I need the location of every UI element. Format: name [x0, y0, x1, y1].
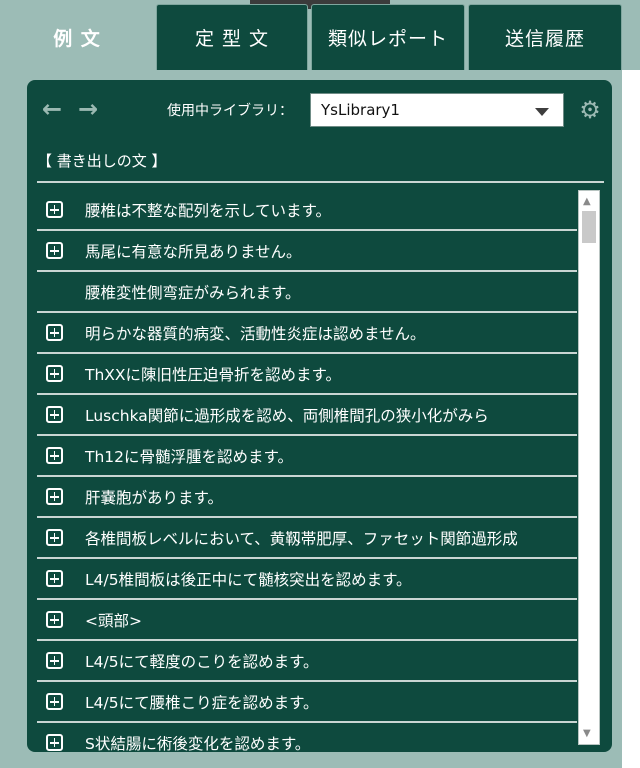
plus-box-icon[interactable]: [46, 406, 63, 423]
section-divider: [37, 181, 604, 183]
chevron-down-icon[interactable]: [535, 108, 549, 116]
list-item[interactable]: L4/5にて軽度のこりを認めます。: [37, 641, 577, 682]
plus-box-icon[interactable]: [46, 652, 63, 669]
example-sentences-panel: ← → 使用中ライブラリ： YsLibrary1 ⚙ 【 書き出しの文 】 腰椎…: [27, 80, 612, 752]
window-edge: [622, 70, 640, 768]
gear-icon[interactable]: ⚙: [578, 98, 602, 122]
plus-box-icon[interactable]: [46, 734, 63, 751]
list-item[interactable]: L4/5椎間板は後正中にて髄核突出を認めます。: [37, 559, 577, 600]
library-label: 使用中ライブラリ：: [167, 103, 293, 119]
scroll-down-icon[interactable]: ▼: [583, 728, 591, 739]
list-item[interactable]: 明らかな器質的病変、活動性炎症は認めません。: [37, 313, 577, 354]
list-item-text: 各椎間板レベルにおいて、黄靱帯肥厚、ファセット関節過形成: [85, 529, 518, 548]
list-scrollbar[interactable]: ▲ ▼: [578, 190, 600, 745]
tab-bar: 例 文 定 型 文 類似レポート 送信履歴: [0, 0, 640, 70]
plus-box-icon[interactable]: [46, 611, 63, 628]
list-item-text: 明らかな器質的病変、活動性炎症は認めません。: [85, 324, 426, 343]
list-item[interactable]: L4/5にて腰椎こり症を認めます。: [37, 682, 577, 723]
list-item-text: <頭部>: [85, 611, 142, 630]
list-item[interactable]: 各椎間板レベルにおいて、黄靱帯肥厚、ファセット関節過形成: [37, 518, 577, 559]
plus-box-icon[interactable]: [46, 693, 63, 710]
list-item-text: ThXXに陳旧性圧迫骨折を認めます。: [85, 365, 341, 384]
list-item-text: 腰椎は不整な配列を示しています。: [85, 201, 331, 220]
list-item-text: 肝嚢胞があります。: [85, 488, 223, 507]
plus-box-icon[interactable]: [46, 365, 63, 382]
list-item[interactable]: S状結腸に術後変化を認めます。: [37, 723, 577, 752]
section-title: 【 書き出しの文 】: [37, 152, 167, 170]
list-item-text: L4/5にて腰椎こり症を認めます。: [85, 693, 319, 712]
tab-send-history[interactable]: 送信履歴: [468, 4, 622, 70]
list-item[interactable]: Luschka関節に過形成を認め、両側椎間孔の狭小化がみら: [37, 395, 577, 436]
list-item-text: L4/5にて軽度のこりを認めます。: [85, 652, 319, 671]
plus-box-icon[interactable]: [46, 488, 63, 505]
back-arrow-icon[interactable]: ←: [39, 96, 65, 122]
plus-box-icon[interactable]: [46, 201, 63, 218]
list-item[interactable]: 腰椎変性側弯症がみられます。: [37, 272, 577, 313]
list-item[interactable]: 肝嚢胞があります。: [37, 477, 577, 518]
plus-box-icon[interactable]: [46, 324, 63, 341]
tab-similar-reports[interactable]: 類似レポート: [311, 4, 465, 70]
scrollbar-thumb[interactable]: [582, 211, 596, 243]
tab-example-sentences[interactable]: 例 文: [2, 4, 152, 70]
toolbar: ← → 使用中ライブラリ： YsLibrary1 ⚙: [27, 80, 612, 142]
plus-box-icon[interactable]: [46, 529, 63, 546]
list-item-text: S状結腸に術後変化を認めます。: [85, 734, 311, 753]
list-item-text: Luschka関節に過形成を認め、両側椎間孔の狭小化がみら: [85, 406, 489, 425]
plus-box-icon[interactable]: [46, 242, 63, 259]
list-item[interactable]: 腰椎は不整な配列を示しています。: [37, 190, 577, 231]
list-item-text: 馬尾に有意な所見ありません。: [85, 242, 302, 261]
list-item-text: Th12に骨髄浮腫を認めます。: [85, 447, 293, 466]
sentence-list: 腰椎は不整な配列を示しています。 馬尾に有意な所見ありません。 腰椎変性側弯症が…: [37, 190, 577, 752]
list-item[interactable]: ThXXに陳旧性圧迫骨折を認めます。: [37, 354, 577, 395]
list-item[interactable]: Th12に骨髄浮腫を認めます。: [37, 436, 577, 477]
library-select-value: YsLibrary1: [321, 101, 400, 119]
list-item[interactable]: <頭部>: [37, 600, 577, 641]
plus-box-icon[interactable]: [46, 570, 63, 587]
list-item[interactable]: 馬尾に有意な所見ありません。: [37, 231, 577, 272]
scroll-up-icon[interactable]: ▲: [583, 196, 591, 207]
forward-arrow-icon[interactable]: →: [75, 96, 101, 122]
plus-box-icon[interactable]: [46, 447, 63, 464]
list-item-text: 腰椎変性側弯症がみられます。: [85, 283, 301, 302]
tab-fixed-phrases[interactable]: 定 型 文: [156, 4, 308, 70]
list-item-text: L4/5椎間板は後正中にて髄核突出を認めます。: [85, 570, 412, 589]
library-select[interactable]: YsLibrary1: [310, 93, 564, 127]
